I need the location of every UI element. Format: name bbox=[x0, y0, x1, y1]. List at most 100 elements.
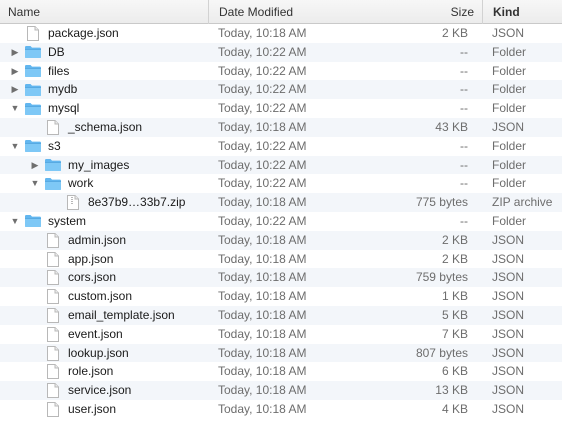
file-row[interactable]: custom.json Today, 10:18 AM 1 KB JSON bbox=[0, 287, 562, 306]
folder-name: files bbox=[48, 63, 70, 78]
folder-name: s3 bbox=[48, 138, 61, 153]
date-modified: Today, 10:18 AM bbox=[218, 270, 307, 285]
size-value: 6 KB bbox=[441, 364, 468, 379]
folder-name: work bbox=[68, 176, 94, 191]
kind-value: JSON bbox=[492, 401, 525, 416]
json-file-icon bbox=[27, 26, 39, 41]
date-modified: Today, 10:22 AM bbox=[218, 138, 307, 153]
date-modified: Today, 10:18 AM bbox=[218, 345, 307, 360]
folder-row[interactable]: ▶ DB Today, 10:22 AM -- Folder bbox=[0, 42, 562, 62]
json-file-icon bbox=[47, 307, 59, 323]
folder-row[interactable]: ▼ system Today, 10:22 AM -- Folder bbox=[0, 212, 562, 231]
file-row[interactable]: lookup.json Today, 10:18 AM 807 bytes JSON bbox=[0, 343, 562, 363]
date-modified: Today, 10:18 AM bbox=[218, 195, 307, 210]
size-value: 775 bytes bbox=[415, 195, 468, 210]
file-name: admin.json bbox=[68, 232, 127, 247]
file-row[interactable]: 8e37b9…33b7.zip Today, 10:18 AM 775 bytes Z… bbox=[0, 193, 562, 212]
folder-icon bbox=[25, 102, 41, 115]
date-modified: Today, 10:18 AM bbox=[218, 383, 307, 398]
kind-value: Folder bbox=[492, 138, 527, 153]
size-value: 807 bytes bbox=[415, 345, 468, 360]
date-modified: Today, 10:22 AM bbox=[218, 157, 307, 172]
file-row[interactable]: admin.json Today, 10:18 AM 2 KB JSON bbox=[0, 230, 562, 250]
date-modified: Today, 10:18 AM bbox=[218, 26, 307, 40]
kind-value: JSON bbox=[492, 345, 525, 360]
file-row[interactable]: email_template.json Today, 10:18 AM 5 KB JS… bbox=[0, 305, 562, 325]
kind-value: Folder bbox=[492, 176, 527, 191]
json-file-icon bbox=[47, 401, 59, 417]
size-value: 13 KB bbox=[435, 383, 468, 398]
disclosure-triangle-expanded-icon[interactable]: ▼ bbox=[10, 137, 20, 156]
file-name: cors.json bbox=[68, 270, 117, 285]
column-header-name[interactable]: Name bbox=[0, 0, 208, 24]
file-row[interactable]: service.json Today, 10:18 AM 13 KB JSON bbox=[0, 381, 562, 400]
date-modified: Today, 10:22 AM bbox=[218, 176, 307, 191]
file-row[interactable]: cors.json Today, 10:18 AM 759 bytes JSON bbox=[0, 268, 562, 288]
file-row[interactable]: _schema.json Today, 10:18 AM 43 KB JSON bbox=[0, 117, 562, 137]
file-list: package.json Today, 10:18 AM 2 KB JSON ▶ DB To… bbox=[0, 24, 562, 419]
file-row[interactable]: user.json Today, 10:18 AM 4 KB JSON bbox=[0, 400, 562, 419]
folder-icon bbox=[25, 46, 41, 59]
file-row[interactable]: app.json Today, 10:18 AM 2 KB JSON bbox=[0, 250, 562, 269]
size-value: 759 bytes bbox=[415, 270, 468, 285]
disclosure-triangle-expanded-icon[interactable]: ▼ bbox=[30, 174, 40, 193]
disclosure-triangle-collapsed-icon[interactable]: ▶ bbox=[10, 62, 20, 81]
date-modified: Today, 10:22 AM bbox=[218, 82, 307, 97]
date-modified: Today, 10:18 AM bbox=[218, 119, 307, 134]
disclosure-triangle-expanded-icon[interactable]: ▼ bbox=[10, 99, 20, 118]
column-header-size[interactable]: Size bbox=[208, 0, 474, 24]
disclosure-triangle-expanded-icon[interactable]: ▼ bbox=[10, 212, 20, 231]
json-file-icon bbox=[47, 232, 59, 248]
zip-file-icon bbox=[67, 195, 79, 211]
size-value: 2 KB bbox=[441, 251, 468, 266]
json-file-icon bbox=[47, 345, 59, 361]
size-value: 7 KB bbox=[441, 326, 468, 341]
folder-icon bbox=[45, 159, 61, 172]
json-file-icon bbox=[47, 270, 59, 286]
date-modified: Today, 10:18 AM bbox=[218, 251, 307, 266]
column-header-bar: Name Date Modified Size Kind bbox=[0, 0, 562, 24]
file-name: _schema.json bbox=[68, 119, 143, 134]
kind-value: JSON bbox=[492, 383, 525, 398]
folder-row[interactable]: ▶ files Today, 10:22 AM -- Folder bbox=[0, 62, 562, 81]
disclosure-triangle-collapsed-icon[interactable]: ▶ bbox=[10, 80, 20, 99]
date-modified: Today, 10:18 AM bbox=[218, 307, 307, 322]
date-modified: Today, 10:18 AM bbox=[218, 364, 307, 379]
size-value: -- bbox=[460, 213, 468, 228]
file-row[interactable]: package.json Today, 10:18 AM 2 KB JSON bbox=[0, 24, 562, 43]
file-row[interactable]: role.json Today, 10:18 AM 6 KB JSON bbox=[0, 362, 562, 381]
folder-row[interactable]: ▶ mydb Today, 10:22 AM -- Folder bbox=[0, 80, 562, 100]
kind-value: JSON bbox=[492, 289, 525, 304]
kind-value: JSON bbox=[492, 251, 525, 266]
size-value: 2 KB bbox=[441, 26, 468, 40]
folder-row[interactable]: ▼ mysql Today, 10:22 AM -- Folder bbox=[0, 99, 562, 118]
size-value: -- bbox=[460, 176, 468, 191]
size-value: -- bbox=[460, 138, 468, 153]
file-row[interactable]: event.json Today, 10:18 AM 7 KB JSON bbox=[0, 325, 562, 344]
file-name: event.json bbox=[68, 326, 123, 341]
size-value: 1 KB bbox=[441, 289, 468, 304]
folder-name: DB bbox=[48, 44, 65, 59]
kind-value: Folder bbox=[492, 101, 527, 116]
kind-value: JSON bbox=[492, 326, 525, 341]
file-name: lookup.json bbox=[68, 345, 129, 360]
kind-value: ZIP archive bbox=[492, 195, 553, 210]
kind-value: JSON bbox=[492, 364, 525, 379]
file-name: user.json bbox=[68, 401, 117, 416]
kind-value: Folder bbox=[492, 63, 527, 78]
size-value: -- bbox=[460, 44, 468, 59]
folder-name: mysql bbox=[48, 101, 80, 116]
folder-row[interactable]: ▼ work Today, 10:22 AM -- Folder bbox=[0, 174, 562, 193]
date-modified: Today, 10:18 AM bbox=[218, 401, 307, 416]
disclosure-triangle-collapsed-icon[interactable]: ▶ bbox=[10, 43, 20, 62]
size-value: -- bbox=[460, 101, 468, 116]
kind-value: Folder bbox=[492, 213, 527, 228]
column-header-kind[interactable]: Kind bbox=[482, 0, 562, 24]
size-value: 2 KB bbox=[441, 232, 468, 247]
kind-value: JSON bbox=[492, 270, 525, 285]
date-modified: Today, 10:18 AM bbox=[218, 289, 307, 304]
folder-row[interactable]: ▼ s3 Today, 10:22 AM -- Folder bbox=[0, 137, 562, 156]
folder-row[interactable]: ▶ my_images Today, 10:22 AM -- Folder bbox=[0, 155, 562, 175]
folder-name: my_images bbox=[68, 157, 130, 172]
disclosure-triangle-collapsed-icon[interactable]: ▶ bbox=[30, 156, 40, 175]
